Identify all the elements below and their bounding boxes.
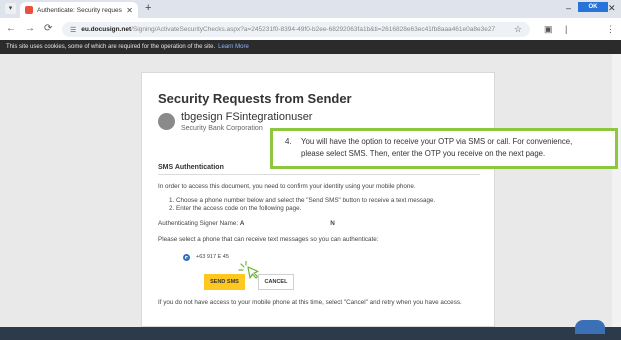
cookie-ok-button[interactable]: OK — [578, 2, 608, 12]
callout-step-number: 4. — [285, 137, 292, 146]
site-info-icon[interactable]: ☰ — [70, 26, 76, 34]
signer-name-row: Authenticating Signer Name: A N — [158, 220, 335, 227]
url-text: eu.docusign.net/Signing/ActivateSecurity… — [81, 26, 509, 33]
address-bar[interactable]: ☰ eu.docusign.net/Signing/ActivateSecuri… — [62, 22, 530, 37]
minimize-icon[interactable]: – — [566, 2, 571, 14]
reload-icon[interactable]: ⟳ — [44, 23, 52, 35]
section-divider — [158, 174, 480, 175]
security-request-dialog: Security Requests from Sender tbgesign F… — [141, 72, 495, 327]
footer-text: If you do not have access to your mobile… — [158, 299, 462, 306]
phone-radio[interactable] — [183, 254, 190, 261]
close-window-icon[interactable]: ✕ — [608, 2, 616, 14]
browser-tab-strip: ▾ Authenticate: Security requests ✕ + – … — [0, 0, 621, 18]
url-host: eu.docusign.net — [81, 26, 132, 33]
signer-first-name: A — [239, 220, 245, 227]
docusign-favicon-icon — [25, 6, 33, 14]
sender-name: tbgesign FSintegrationuser — [181, 111, 313, 123]
cookie-banner: This site uses cookies, some of which ar… — [0, 40, 621, 54]
step-1: 1. Choose a phone number below and selec… — [169, 197, 436, 204]
page-footer-bar — [0, 327, 621, 340]
signer-label: Authenticating Signer Name: — [158, 220, 239, 227]
signer-last-name: N — [330, 220, 335, 227]
forward-icon[interactable]: → — [25, 23, 35, 35]
scrollbar[interactable] — [612, 54, 621, 334]
learn-more-link[interactable]: Learn More — [218, 44, 249, 50]
callout-line-1: You will have the option to receive your… — [301, 137, 573, 146]
new-tab-icon[interactable]: + — [145, 2, 151, 14]
close-tab-icon[interactable]: ✕ — [126, 6, 133, 15]
page: ▾ Authenticate: Security requests ✕ + – … — [0, 0, 621, 340]
instruction-callout: 4. You will have the option to receive y… — [270, 128, 618, 169]
cookie-text: This site uses cookies, some of which ar… — [6, 44, 216, 50]
browser-menu-icon[interactable]: ⋮ — [606, 23, 615, 35]
avatar — [158, 113, 175, 130]
tab-title: Authenticate: Security requests — [37, 6, 123, 14]
callout-line-2: please select SMS. Then, enter the OTP y… — [301, 149, 546, 158]
intro-text: In order to access this document, you ne… — [158, 183, 416, 190]
step-2: 2. Enter the access code on the followin… — [169, 205, 302, 212]
click-pointer-icon — [238, 261, 259, 279]
phone-number: +63 917 E 45 — [196, 254, 229, 260]
phone-prompt: Please select a phone that can receive t… — [158, 236, 379, 243]
back-icon[interactable]: ← — [6, 23, 16, 35]
tab-search-icon[interactable]: ▾ — [5, 3, 16, 14]
dialog-title: Security Requests from Sender — [158, 91, 352, 106]
profile-divider: | — [565, 24, 568, 34]
section-title: SMS Authentication — [158, 164, 224, 171]
browser-tab[interactable]: Authenticate: Security requests ✕ — [20, 2, 138, 18]
url-path: /Signing/ActivateSecurityChecks.aspx?a=2… — [131, 26, 496, 33]
browser-toolbar: ← → ⟳ ☰ eu.docusign.net/Signing/Activate… — [0, 18, 621, 40]
bookmark-star-icon[interactable]: ☆ — [514, 24, 522, 35]
extensions-icon[interactable]: ▣ — [544, 23, 553, 35]
chat-button[interactable] — [575, 320, 605, 334]
sender-organization: Security Bank Corporation — [181, 125, 263, 132]
